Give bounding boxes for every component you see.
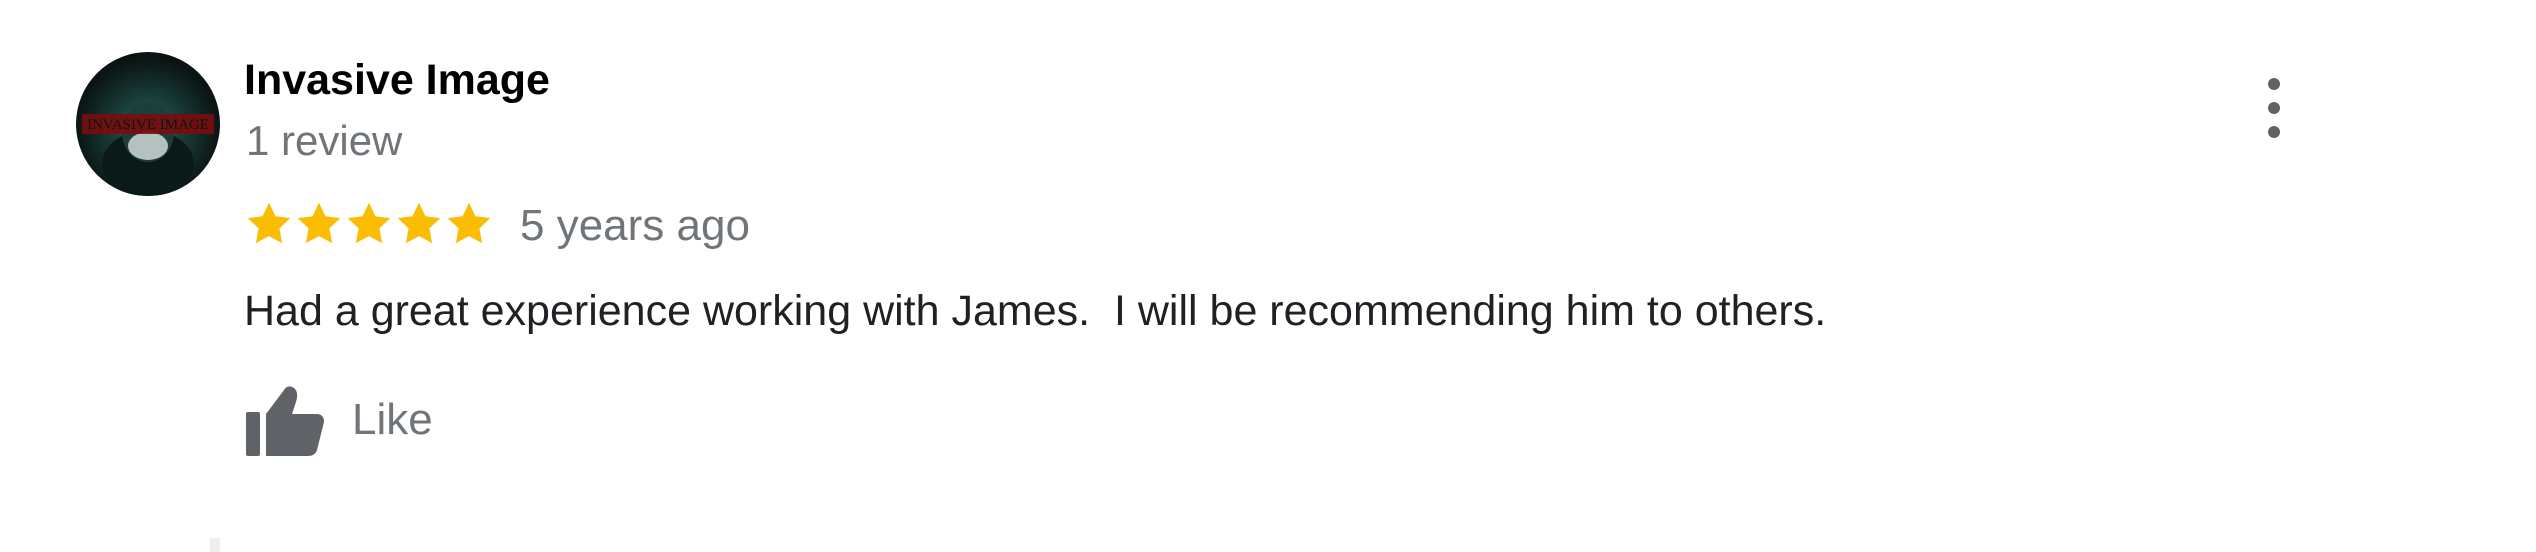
like-button[interactable]: Like xyxy=(244,380,433,460)
more-vert-icon xyxy=(2268,78,2280,90)
star-icon xyxy=(294,199,344,249)
like-label: Like xyxy=(352,395,433,444)
avatar-logo-text: INVASIVE IMAGE xyxy=(87,117,209,133)
star-icon xyxy=(344,199,394,249)
review-text: Had a great experience working with Jame… xyxy=(244,287,1827,335)
avatar[interactable]: INVASIVE IMAGE xyxy=(76,52,220,196)
reviewer-name[interactable]: Invasive Image xyxy=(244,52,550,108)
scrollbar-stub xyxy=(210,538,220,552)
more-options-button[interactable] xyxy=(2256,78,2292,138)
star-icon xyxy=(444,199,494,249)
star-rating xyxy=(244,198,494,250)
star-icon xyxy=(244,199,294,249)
more-vert-dot xyxy=(2268,102,2280,114)
star-icon xyxy=(394,199,444,249)
more-vert-dot xyxy=(2268,126,2280,138)
review-date: 5 years ago xyxy=(520,201,750,250)
review-card: INVASIVE IMAGE Invasive Image 1 review 5… xyxy=(0,0,2536,552)
thumbs-up-icon xyxy=(244,382,326,458)
review-count: 1 review xyxy=(246,117,403,164)
